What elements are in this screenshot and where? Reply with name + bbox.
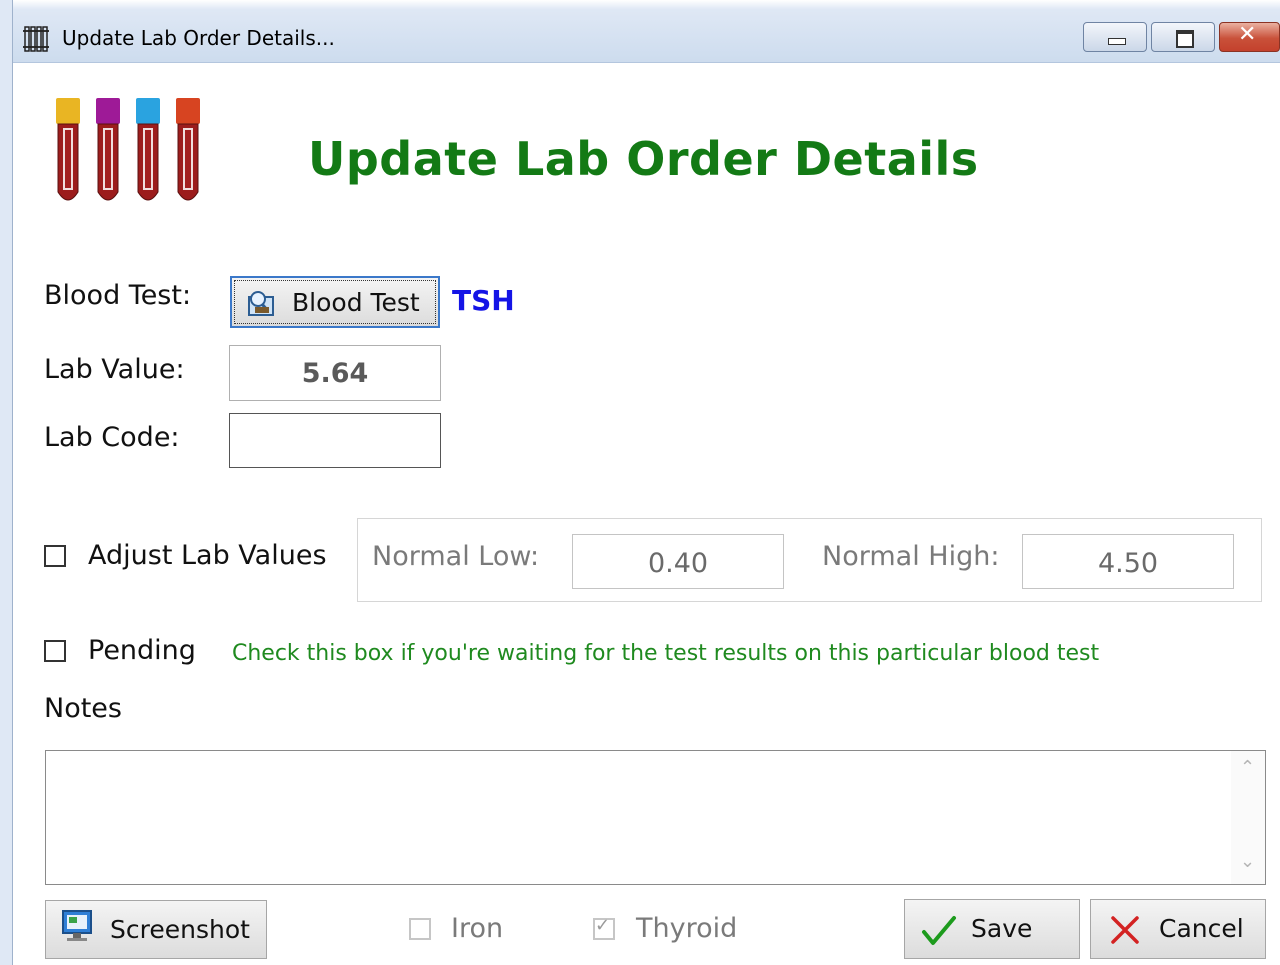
save-button-label: Save [971,914,1033,943]
blood-tube-1 [56,98,80,201]
normal-range-group: Normal Low: 0.40 Normal High: 4.50 [357,518,1262,602]
lab-value-label: Lab Value: [44,354,185,385]
screenshot-icon [62,910,92,941]
normal-low-label: Normal Low: [372,541,540,572]
normal-low-value: 0.40 [647,548,709,579]
thyroid-checkbox[interactable]: ✓ [593,915,615,940]
save-button[interactable]: Save [904,899,1080,959]
cancel-button[interactable]: Cancel [1090,899,1266,959]
pending-label[interactable]: Pending [88,635,196,666]
checkmark-icon: ✓ [595,915,611,936]
lab-value-field[interactable]: 5.64 [229,345,441,401]
minimize-icon [1108,38,1126,45]
close-icon: ✕ [1238,22,1257,47]
normal-high-label: Normal High: [822,541,1000,572]
blood-tube-3 [136,98,160,201]
pending-checkbox[interactable] [44,640,66,662]
notes-label: Notes [44,693,122,724]
check-icon [922,916,956,945]
lab-code-label: Lab Code: [44,422,180,453]
restore-button[interactable] [1151,22,1215,52]
blood-tube-2 [96,98,120,201]
thyroid-label[interactable]: Thyroid [636,913,737,944]
normal-low-field[interactable]: 0.40 [572,534,784,589]
blood-test-button-label: Blood Test [292,288,420,317]
cancel-button-label: Cancel [1159,914,1244,943]
iron-label[interactable]: Iron [451,913,503,944]
close-button[interactable]: ✕ [1219,22,1280,52]
minimize-button[interactable] [1083,22,1147,52]
normal-high-field[interactable]: 4.50 [1022,534,1234,589]
restore-icon [1176,30,1194,48]
window-frame-left [0,0,13,965]
blood-test-button[interactable]: Blood Test [230,276,440,328]
test-tubes-icon [22,26,50,52]
screenshot-button-label: Screenshot [110,915,250,944]
blood-test-lookup-icon [248,291,274,316]
lab-value-text: 5.64 [301,358,369,389]
blood-tube-4 [176,98,200,201]
pending-hint: Check this box if you're waiting for the… [232,641,1100,666]
blood-test-label: Blood Test: [44,280,192,311]
notes-scrollbar[interactable]: ⌃ ⌄ [1231,751,1265,884]
notes-textarea[interactable]: ⌃ ⌄ [45,750,1266,885]
adjust-lab-values-checkbox[interactable] [44,545,66,567]
normal-high-value: 4.50 [1097,548,1159,579]
lab-code-field[interactable] [229,413,441,468]
window-title: Update Lab Order Details... [62,26,335,50]
adjust-lab-values-label[interactable]: Adjust Lab Values [88,540,327,571]
scroll-up-icon[interactable]: ⌃ [1240,757,1255,778]
scroll-down-icon[interactable]: ⌄ [1240,851,1255,872]
screenshot-button[interactable]: Screenshot [45,900,267,959]
blood-test-value: TSH [452,284,515,317]
cancel-x-icon [1111,916,1139,944]
iron-checkbox[interactable] [409,918,431,940]
page-title: Update Lab Order Details [308,132,979,186]
blood-tubes-logo [56,98,200,201]
